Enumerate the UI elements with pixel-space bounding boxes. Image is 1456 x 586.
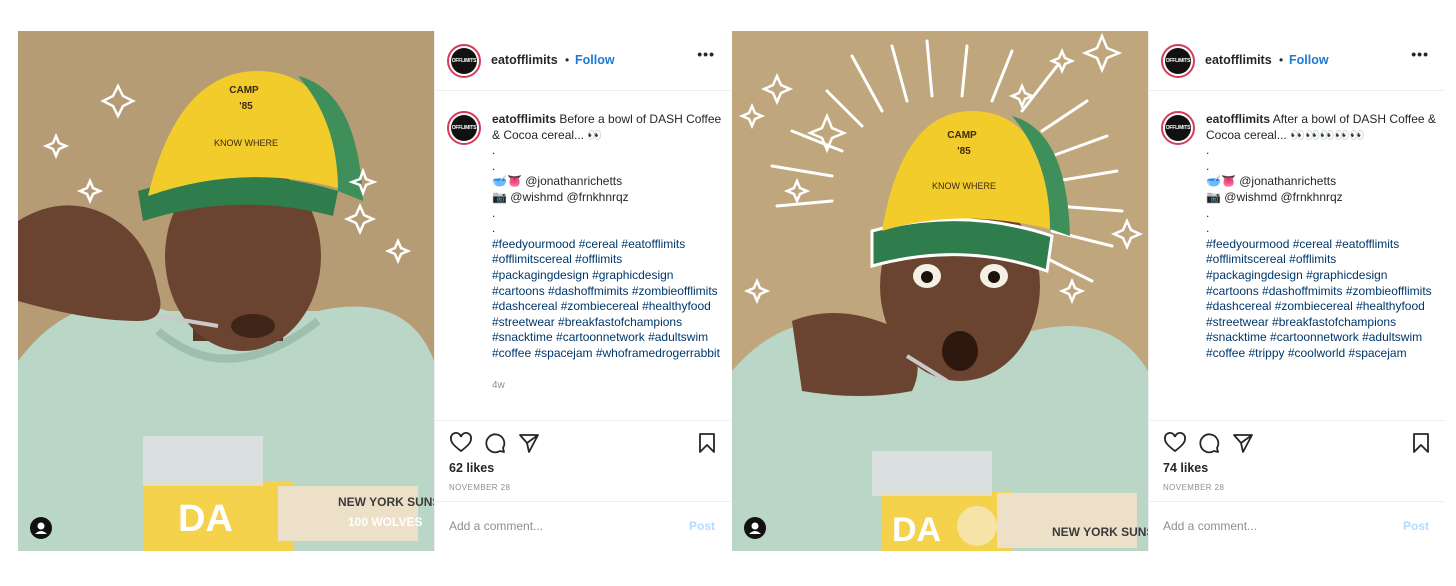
comment-icon[interactable]: [1197, 431, 1221, 455]
bookmark-icon[interactable]: [695, 431, 719, 455]
cap-text-camp: CAMP: [947, 130, 977, 141]
heart-icon[interactable]: [449, 431, 473, 455]
likes-count[interactable]: 62 likes: [449, 461, 494, 475]
post-date: NOVEMBER 28: [1163, 483, 1225, 492]
header-username[interactable]: eatofflimits: [1205, 53, 1272, 67]
instagram-post-after: CAMP '85 KNOW WHERE DA NEW YORK SUNSH OF…: [732, 31, 1445, 551]
comment-input[interactable]: [449, 519, 649, 533]
header-separator-dot: •: [1279, 53, 1284, 67]
post-age: 4w: [492, 380, 505, 392]
caption-text: eatofflimits Before a bowl of DASH Coffe…: [492, 112, 722, 394]
caption-avatar[interactable]: OFFLIMITS: [1161, 111, 1195, 145]
user-tag-icon[interactable]: [30, 517, 52, 539]
header-username[interactable]: eatofflimits: [491, 53, 558, 67]
box-side-text: NEW YORK SUNSH: [338, 495, 434, 509]
cap-text-knowwhere: KNOW WHERE: [214, 138, 278, 148]
post-photo[interactable]: CAMP '85 KNOW WHERE DA NEW YORK SUNSH: [732, 31, 1148, 551]
cap-text-camp: CAMP: [229, 85, 259, 96]
avatar-logo: OFFLIMITS: [451, 48, 477, 74]
post-photo[interactable]: CAMP '85 KNOW WHERE DA NEW YORK SUNSH 10…: [18, 31, 434, 551]
comment-bar: Post: [1149, 501, 1445, 551]
post-comment-button[interactable]: Post: [1403, 519, 1429, 533]
cap-text-knowwhere: KNOW WHERE: [932, 181, 996, 191]
box-side-text-2: 100 WOLVES: [348, 515, 422, 529]
post-side-panel: OFFLIMITS eatofflimits • Follow ••• OFFL…: [434, 31, 731, 551]
caption-hashtags[interactable]: #feedyourmood #cereal #eatofflimits #off…: [1206, 237, 1435, 360]
post-comment-button[interactable]: Post: [689, 519, 715, 533]
cap-text-85: '85: [239, 101, 253, 112]
avatar-logo: OFFLIMITS: [451, 115, 477, 141]
instagram-post-before: CAMP '85 KNOW WHERE DA NEW YORK SUNSH 10…: [18, 31, 731, 551]
avatar-logo: OFFLIMITS: [1165, 115, 1191, 141]
caption-hashtags[interactable]: #feedyourmood #cereal #eatofflimits #off…: [492, 237, 721, 360]
photo-illustration: CAMP '85 KNOW WHERE DA NEW YORK SUNSH: [732, 31, 1148, 551]
caption-body: . . 🥣👅 @jonathanrichetts 📷 @wishmd @frnk…: [1206, 143, 1343, 236]
share-icon[interactable]: [517, 431, 541, 455]
box-brand-text: DA: [178, 498, 233, 540]
post-header: OFFLIMITS eatofflimits • Follow •••: [435, 31, 731, 91]
caption-username[interactable]: eatofflimits: [1206, 112, 1270, 126]
comment-bar: Post: [435, 501, 731, 551]
share-icon[interactable]: [1231, 431, 1255, 455]
profile-avatar[interactable]: OFFLIMITS: [447, 44, 481, 78]
follow-button[interactable]: Follow: [575, 53, 615, 67]
bookmark-icon[interactable]: [1409, 431, 1433, 455]
caption-text: eatofflimits After a bowl of DASH Coffee…: [1206, 112, 1436, 362]
caption-username[interactable]: eatofflimits: [492, 112, 556, 126]
cap-text-85: '85: [957, 146, 971, 157]
comment-input[interactable]: [1163, 519, 1363, 533]
caption-avatar[interactable]: OFFLIMITS: [447, 111, 481, 145]
header-separator-dot: •: [565, 53, 570, 67]
more-icon[interactable]: •••: [1411, 46, 1429, 62]
more-icon[interactable]: •••: [697, 46, 715, 62]
heart-icon[interactable]: [1163, 431, 1187, 455]
photo-illustration: CAMP '85 KNOW WHERE DA NEW YORK SUNSH 10…: [18, 31, 434, 551]
post-header: OFFLIMITS eatofflimits • Follow •••: [1149, 31, 1445, 91]
post-date: NOVEMBER 28: [449, 483, 511, 492]
action-bar: [435, 420, 731, 466]
comment-icon[interactable]: [483, 431, 507, 455]
avatar-logo: OFFLIMITS: [1165, 48, 1191, 74]
action-bar: [1149, 420, 1445, 466]
box-side-text: NEW YORK SUNSH: [1052, 525, 1148, 539]
profile-avatar[interactable]: OFFLIMITS: [1161, 44, 1195, 78]
likes-count[interactable]: 74 likes: [1163, 461, 1208, 475]
post-side-panel: OFFLIMITS eatofflimits • Follow ••• OFFL…: [1148, 31, 1445, 551]
follow-button[interactable]: Follow: [1289, 53, 1329, 67]
user-tag-icon[interactable]: [744, 517, 766, 539]
caption-body: . . 🥣👅 @jonathanrichetts 📷 @wishmd @frnk…: [492, 143, 629, 236]
box-brand-text: DA: [892, 511, 941, 549]
